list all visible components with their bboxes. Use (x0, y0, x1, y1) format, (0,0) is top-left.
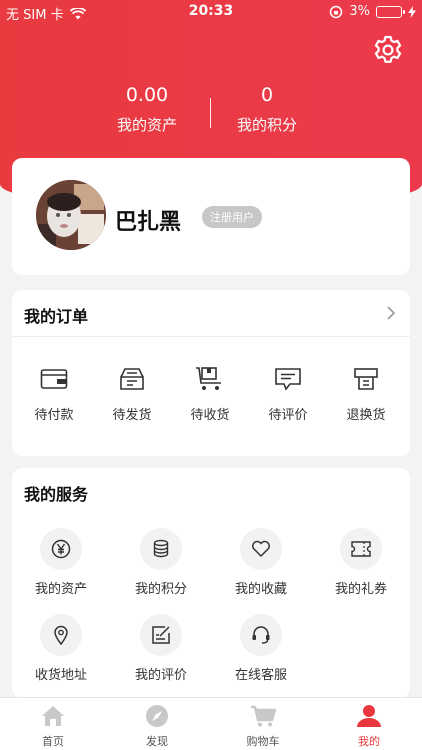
orders-card: 我的订单 待付款 待发货 待收货 待评价 退换货 (12, 290, 410, 456)
order-label: 退换货 (346, 408, 386, 423)
services-card: 我的服务 我的资产 我的积分 我的收藏 我的礼券 收货地址 我的评价 在线客服 (12, 468, 410, 698)
chevron-right-icon[interactable] (386, 306, 396, 320)
cart-icon (251, 705, 276, 727)
package-icon (120, 368, 144, 390)
compass-icon (146, 705, 168, 727)
tab-cart[interactable]: 购物车 (223, 703, 303, 749)
charging-icon (408, 5, 416, 18)
stat-assets[interactable]: 0.00 我的资产 (82, 84, 212, 135)
service-address[interactable]: 收货地址 (13, 614, 109, 683)
settings-gear-icon[interactable] (372, 34, 404, 66)
order-pending-shipment[interactable]: 待发货 (93, 364, 171, 423)
tab-label: 购物车 (246, 735, 280, 748)
user-level-badge: 注册用户 (202, 206, 262, 228)
ticket-icon (351, 541, 371, 557)
tab-label: 发现 (146, 735, 168, 748)
order-pending-receipt[interactable]: 待收货 (171, 364, 249, 423)
orders-divider (12, 336, 410, 337)
order-pending-payment[interactable]: 待付款 (15, 364, 93, 423)
order-pending-review[interactable]: 待评价 (249, 364, 327, 423)
tab-label: 我的 (358, 735, 380, 748)
points-label: 我的积分 (236, 116, 297, 134)
service-points[interactable]: 我的积分 (113, 528, 209, 597)
rotation-lock-icon (330, 5, 343, 18)
service-label: 我的礼券 (334, 582, 387, 597)
avatar[interactable] (36, 180, 106, 250)
battery-icon (376, 5, 405, 18)
order-label: 待付款 (34, 408, 74, 423)
tab-home[interactable]: 首页 (13, 703, 93, 749)
service-support[interactable]: 在线客服 (213, 614, 309, 683)
service-label: 收货地址 (34, 668, 87, 683)
status-bar: 无 SIM 卡 20:33 3% (0, 0, 422, 24)
order-label: 待收货 (190, 408, 230, 423)
header-stats: 0.00 我的资产 0 我的积分 (0, 84, 422, 144)
edit-icon (152, 626, 170, 644)
stat-points[interactable]: 0 我的积分 (202, 84, 332, 135)
comment-icon (275, 368, 301, 391)
location-icon (54, 625, 68, 645)
tab-mine[interactable]: 我的 (329, 703, 409, 749)
orders-title: 我的订单 (24, 307, 89, 326)
service-reviews[interactable]: 我的评价 (113, 614, 209, 683)
services-title: 我的服务 (24, 485, 89, 504)
coins-icon (153, 539, 169, 558)
service-label: 我的积分 (134, 582, 187, 597)
heart-icon (252, 540, 270, 557)
bottom-tab-bar: 首页 发现 购物车 我的 (0, 697, 422, 750)
headset-icon (252, 626, 270, 644)
service-label: 我的评价 (134, 668, 187, 683)
service-assets[interactable]: 我的资产 (13, 528, 109, 597)
assets-label: 我的资产 (116, 116, 177, 134)
order-label: 待评价 (268, 408, 308, 423)
username: 巴扎黑 (115, 210, 182, 235)
yen-icon (51, 539, 71, 559)
return-icon (354, 368, 378, 390)
cart-box-icon (196, 367, 221, 390)
order-label: 待发货 (112, 408, 152, 423)
service-favorites[interactable]: 我的收藏 (213, 528, 309, 597)
home-icon (42, 706, 64, 726)
service-coupons[interactable]: 我的礼券 (313, 528, 409, 597)
tab-label: 首页 (42, 735, 64, 748)
order-return[interactable]: 退换货 (327, 364, 405, 423)
profile-card: 巴扎黑 注册用户 (12, 158, 410, 275)
tab-discover[interactable]: 发现 (117, 703, 197, 749)
service-label: 我的收藏 (234, 582, 287, 597)
wallet-icon (40, 369, 68, 389)
points-value: 0 (260, 84, 274, 106)
battery-percent: 3% (349, 4, 370, 19)
assets-value: 0.00 (125, 84, 169, 106)
user-icon (357, 705, 381, 727)
service-label: 我的资产 (34, 582, 87, 597)
service-label: 在线客服 (234, 668, 287, 683)
